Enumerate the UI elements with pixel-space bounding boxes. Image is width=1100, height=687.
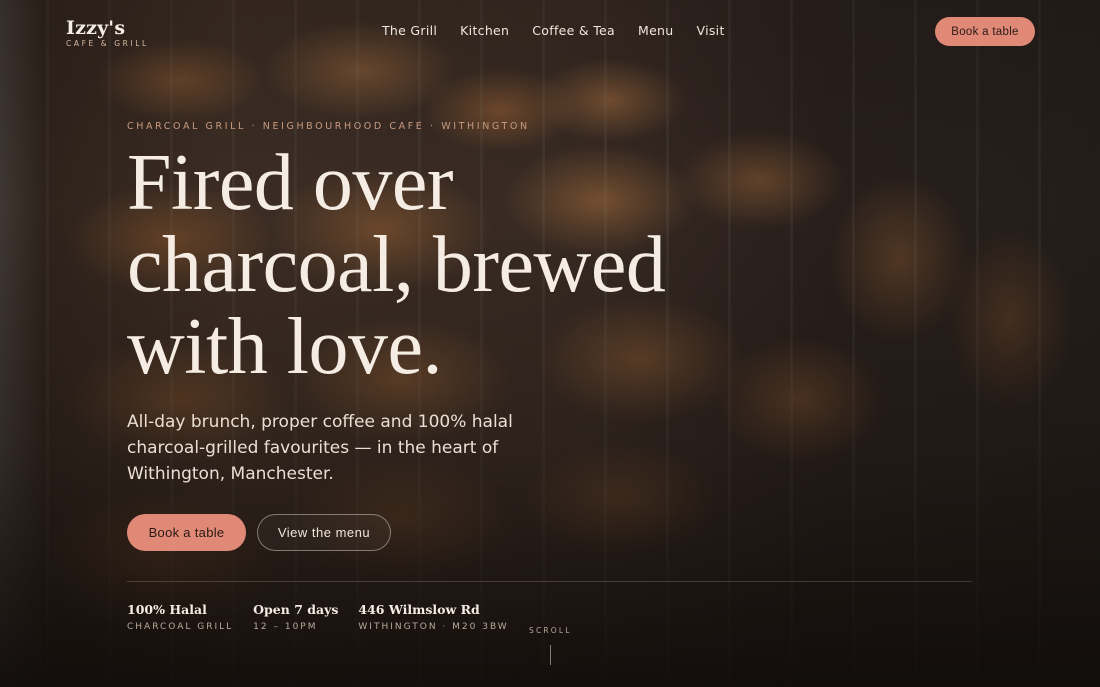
brand-logo[interactable]: Izzy's CAFE & GRILL <box>66 18 149 48</box>
headline-line-3: with love. <box>127 303 442 391</box>
hero-cta-row: Book a table View the menu <box>127 514 391 551</box>
brand-name: Izzy's <box>66 17 126 39</box>
fact-title: Open 7 days <box>253 602 339 617</box>
nav-item-menu[interactable]: Menu <box>638 23 674 39</box>
nav-item-visit[interactable]: Visit <box>697 23 725 39</box>
fact-halal: 100% Halal CHARCOAL GRILL <box>127 602 233 632</box>
headline-line-1: Fired over <box>127 139 454 227</box>
fact-title: 100% Halal <box>127 602 207 617</box>
fact-hours: Open 7 days 12 – 10PM <box>253 602 338 632</box>
hero-lede: All-day brunch, proper coffee and 100% h… <box>127 412 513 484</box>
fact-title: 446 Wilmslow Rd <box>358 602 480 617</box>
scroll-line <box>549 645 551 665</box>
nav-item-kitchen[interactable]: Kitchen <box>460 23 509 39</box>
hero-facts: 100% Halal CHARCOAL GRILL Open 7 days 12… <box>127 602 509 632</box>
fact-address: 446 Wilmslow Rd WITHINGTON · M20 3BW <box>358 602 508 632</box>
site-header: Izzy's CAFE & GRILL The Grill Kitchen Co… <box>0 0 1100 62</box>
headline-line-2: charcoal, brewed <box>127 221 666 309</box>
scroll-indicator[interactable]: SCROLL <box>529 626 571 665</box>
main-nav: The Grill Kitchen Coffee & Tea Menu Visi… <box>382 23 725 39</box>
fact-subtitle: CHARCOAL GRILL <box>127 622 234 632</box>
brand-tagline: CAFE & GRILL <box>66 39 149 48</box>
hero-eyebrow: CHARCOAL GRILL · NEIGHBOURHOOD CAFE · WI… <box>127 121 530 132</box>
fact-subtitle: 12 – 10PM <box>253 622 318 632</box>
nav-item-coffee-tea[interactable]: Coffee & Tea <box>532 23 615 39</box>
fact-subtitle: WITHINGTON · M20 3BW <box>358 622 509 632</box>
hero-divider <box>127 581 972 582</box>
hero-headline: Fired over charcoal, brewed with love. <box>127 142 767 388</box>
scroll-label: SCROLL <box>529 626 572 635</box>
nav-item-the-grill[interactable]: The Grill <box>382 23 437 39</box>
book-table-button[interactable]: Book a table <box>127 514 246 551</box>
header-book-table-button[interactable]: Book a table <box>935 17 1035 46</box>
view-menu-button[interactable]: View the menu <box>257 514 391 551</box>
